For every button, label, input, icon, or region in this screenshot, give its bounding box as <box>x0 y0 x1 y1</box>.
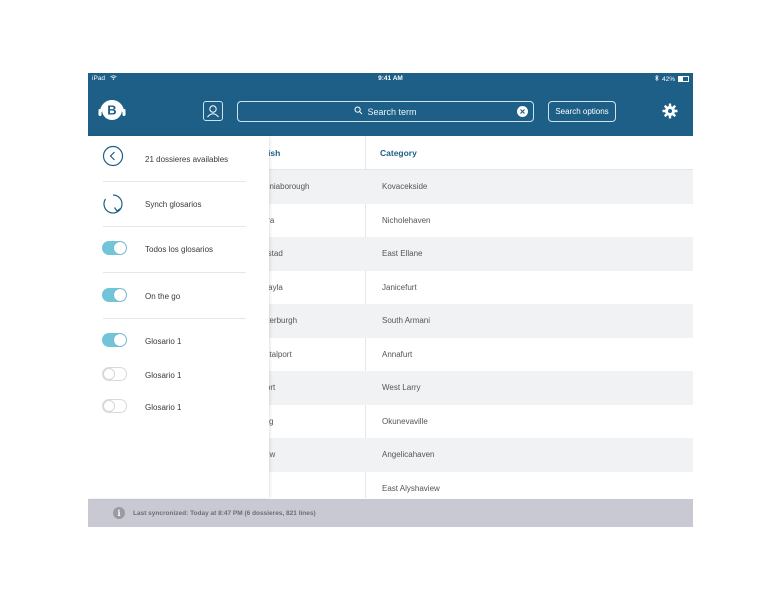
battery-percent: 42% <box>661 75 675 83</box>
user-profile-button[interactable] <box>203 101 223 121</box>
status-right: 42% <box>655 74 689 83</box>
sync-icon <box>102 193 124 220</box>
gear-icon[interactable] <box>662 103 678 119</box>
table-cell: East Ellane <box>382 249 423 258</box>
toggle-knob <box>114 289 126 301</box>
toggle-glosario-1[interactable] <box>102 333 127 347</box>
toggle-row-todos: Todos los glosarios <box>88 227 269 272</box>
table-cell: South Armani <box>382 316 431 325</box>
toggle-label: Todos los glosarios <box>145 245 214 254</box>
table-cell: Kovacekside <box>382 182 428 191</box>
table-cell: Annafurt <box>382 349 413 359</box>
drawer-back-item[interactable]: 21 dossieres availables <box>88 136 269 181</box>
toggle-on-the-go[interactable] <box>102 288 127 302</box>
toggle-todos-los-glosarios[interactable] <box>102 241 127 255</box>
user-icon <box>207 105 219 118</box>
info-icon: i <box>113 507 125 519</box>
side-drawer: 21 dossieres availables Synch glosarios … <box>88 136 269 498</box>
search-icon <box>354 106 363 117</box>
table-cell: East Alyshaview <box>382 483 440 493</box>
table-cell: Angelicahaven <box>382 450 435 459</box>
battery-icon <box>678 76 689 82</box>
logo-letter: B <box>107 103 116 118</box>
toggle-knob <box>103 368 115 380</box>
toggle-knob <box>103 400 115 412</box>
sync-status-bar: i Last syncronized: Today at 8:47 PM (6 … <box>88 499 693 527</box>
synch-glosarios-label: Synch glosarios <box>145 200 202 209</box>
status-bar: iPad 9:41 AM 42% <box>88 73 693 84</box>
bluetooth-icon <box>655 74 659 83</box>
battery-fill <box>679 77 683 81</box>
column-header-category[interactable]: Category <box>380 148 417 158</box>
toggle-row-glosario: Glosario 1 <box>88 353 269 386</box>
dossiers-available-label: 21 dossieres availables <box>145 155 229 164</box>
header-bar: B Search term Search options <box>88 84 693 136</box>
search-options-button[interactable]: Search options <box>548 101 616 122</box>
synch-glosarios-item[interactable]: Synch glosarios <box>88 182 269 226</box>
toggle-label: Glosario 1 <box>145 371 182 380</box>
clear-search-icon[interactable] <box>517 106 528 117</box>
toggle-row-glosario: Glosario 1 <box>88 386 269 419</box>
toggle-knob <box>114 334 126 346</box>
table-cell: Okunevaville <box>382 416 428 426</box>
toggle-knob <box>114 242 126 254</box>
toggle-glosario-3[interactable] <box>102 399 127 413</box>
table-cell: Nicholehaven <box>382 215 431 225</box>
logo-icon[interactable]: B <box>97 96 127 124</box>
toggle-row-glosario: Glosario 1 <box>88 319 269 353</box>
toggle-label: On the go <box>145 292 181 301</box>
table-cell: West Larry <box>382 383 421 392</box>
back-icon[interactable] <box>102 145 124 172</box>
table-cell: Janicefurt <box>382 282 417 292</box>
search-input[interactable]: Search term <box>237 101 534 122</box>
toggle-label: Glosario 1 <box>145 337 182 346</box>
search-placeholder: Search term <box>367 106 417 117</box>
toggle-label: Glosario 1 <box>145 403 182 412</box>
toggle-row-on-the-go: On the go <box>88 273 269 318</box>
toggle-glosario-2[interactable] <box>102 367 127 381</box>
column-header-1[interactable]: ish <box>268 148 280 158</box>
status-time: 9:41 AM <box>378 75 403 82</box>
sync-status-text: Last syncronized: Today at 8:47 PM (6 do… <box>133 509 316 517</box>
ipad-screen: iPad 9:41 AM 42% B Search term Search op… <box>88 73 693 527</box>
